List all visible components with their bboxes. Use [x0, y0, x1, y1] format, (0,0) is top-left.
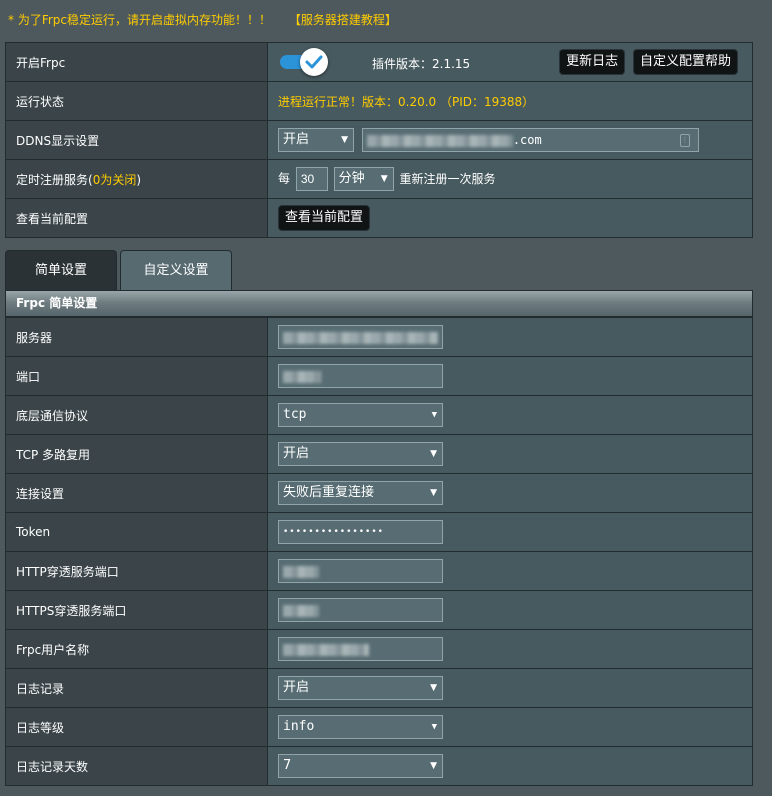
- protocol-label: 底层通信协议: [5, 395, 268, 435]
- chevron-down-icon: ▼: [430, 761, 437, 771]
- tutorial-link[interactable]: 【服务器搭建教程】: [289, 13, 397, 27]
- server-label: 服务器: [5, 317, 268, 357]
- log-row: 日志记录 开启 ▼: [5, 668, 753, 708]
- token-label: Token: [5, 512, 268, 552]
- conn-select[interactable]: 失败后重复连接 ▼: [278, 481, 443, 505]
- reg-unit-select[interactable]: 分钟 ▼: [333, 167, 394, 191]
- notice-bar: * 为了Frpc稳定运行，请开启虚拟内存功能！！！ 【服务器搭建教程】: [8, 10, 397, 30]
- log-level-row: 日志等级 info ▼: [5, 707, 753, 747]
- log-days-label: 日志记录天数: [5, 746, 268, 786]
- status-table: 开启Frpc 插件版本：2.1.15 更新日志 自定义配置帮助 运行状态 进程运…: [5, 42, 753, 238]
- chevron-down-icon: ▼: [430, 449, 437, 459]
- chevron-down-icon: ▼: [430, 683, 437, 693]
- protocol-row: 底层通信协议 tcp ▼: [5, 395, 753, 435]
- protocol-select[interactable]: tcp ▼: [278, 403, 443, 427]
- https-port-row: HTTPS穿透服务端口: [5, 590, 753, 630]
- status-row: 运行状态 进程运行正常！版本：0.20.0 （PID：19388）: [5, 81, 753, 121]
- tcp-mux-select[interactable]: 开启 ▼: [278, 442, 443, 466]
- reg-tail: 重新注册一次服务: [399, 171, 496, 186]
- user-input[interactable]: [278, 637, 443, 661]
- chevron-down-icon: ▼: [431, 410, 437, 420]
- user-row: Frpc用户名称: [5, 629, 753, 669]
- user-label: Frpc用户名称: [5, 629, 268, 669]
- notice-text: * 为了Frpc稳定运行，请开启虚拟内存功能！！！: [8, 13, 271, 27]
- ddns-domain-suffix: .com: [512, 133, 542, 147]
- status-label: 运行状态: [5, 81, 268, 121]
- reg-interval-input[interactable]: 30: [295, 167, 328, 191]
- changelog-button[interactable]: 更新日志: [559, 49, 626, 75]
- status-cell: 进程运行正常！版本：0.20.0 （PID：19388）: [267, 81, 753, 121]
- log-days-select[interactable]: 7 ▼: [278, 754, 443, 778]
- custom-help-button[interactable]: 自定义配置帮助: [632, 49, 738, 75]
- port-label: 端口: [5, 356, 268, 396]
- reg-label: 定时注册服务(0为关闭): [5, 159, 268, 199]
- http-port-input[interactable]: [278, 559, 443, 583]
- enable-toggle[interactable]: [278, 48, 328, 76]
- log-select[interactable]: 开启 ▼: [278, 676, 443, 700]
- log-label: 日志记录: [5, 668, 268, 708]
- view-config-cell: 查看当前配置: [267, 198, 753, 238]
- ddns-cell: 开启 ▼ .com ⋮: [267, 120, 753, 160]
- conn-label: 连接设置: [5, 473, 268, 513]
- chevron-down-icon: ▼: [430, 488, 437, 498]
- log-level-select[interactable]: info ▼: [278, 715, 443, 739]
- https-port-input[interactable]: [278, 598, 443, 622]
- enable-label: 开启Frpc: [5, 42, 268, 82]
- tab-simple-settings[interactable]: 简单设置: [5, 250, 117, 290]
- reg-every: 每: [278, 171, 291, 186]
- password-reveal-icon[interactable]: ⋮: [679, 134, 690, 147]
- tab-custom-settings[interactable]: 自定义设置: [120, 250, 232, 290]
- https-port-label: HTTPS穿透服务端口: [5, 590, 268, 630]
- chevron-down-icon: ▼: [431, 722, 437, 732]
- view-config-button[interactable]: 查看当前配置: [278, 205, 371, 231]
- port-input[interactable]: [278, 364, 443, 388]
- chevron-down-icon: ▼: [341, 135, 348, 145]
- log-level-label: 日志等级: [5, 707, 268, 747]
- section-title: Frpc 简单设置: [5, 290, 753, 317]
- tcp-mux-label: TCP 多路复用: [5, 434, 268, 474]
- reg-row: 定时注册服务(0为关闭) 每 30 分钟 ▼ 重新注册一次服务: [5, 159, 753, 199]
- ddns-select[interactable]: 开启 ▼: [278, 128, 354, 152]
- conn-row: 连接设置 失败后重复连接 ▼: [5, 473, 753, 513]
- chevron-down-icon: ▼: [380, 174, 388, 184]
- server-input[interactable]: [278, 325, 443, 349]
- plugin-version: 插件版本：2.1.15: [372, 57, 471, 71]
- ddns-select-value: 开启: [283, 132, 310, 147]
- token-row: Token ••••••••••••••••: [5, 512, 753, 552]
- server-row: 服务器: [5, 317, 753, 357]
- check-icon: [305, 55, 323, 69]
- ddns-row: DDNS显示设置 开启 ▼ .com ⋮: [5, 120, 753, 160]
- http-port-label: HTTP穿透服务端口: [5, 551, 268, 591]
- reg-cell: 每 30 分钟 ▼ 重新注册一次服务: [267, 159, 753, 199]
- token-input[interactable]: ••••••••••••••••: [278, 520, 443, 544]
- http-port-row: HTTP穿透服务端口: [5, 551, 753, 591]
- status-text: 进程运行正常！版本：0.20.0 （PID：19388）: [278, 94, 535, 109]
- log-days-row: 日志记录天数 7 ▼: [5, 746, 753, 786]
- view-config-row: 查看当前配置 查看当前配置: [5, 198, 753, 238]
- simple-settings-table: 服务器 端口 底层通信协议 tcp ▼ TCP 多路复用 开启 ▼ 连接设置 失…: [5, 317, 753, 786]
- enable-row: 开启Frpc 插件版本：2.1.15 更新日志 自定义配置帮助: [5, 42, 753, 82]
- tcp-mux-row: TCP 多路复用 开启 ▼: [5, 434, 753, 474]
- ddns-label: DDNS显示设置: [5, 120, 268, 160]
- ddns-domain-input[interactable]: .com ⋮: [361, 128, 699, 152]
- enable-cell: 插件版本：2.1.15 更新日志 自定义配置帮助: [267, 42, 753, 82]
- view-config-label: 查看当前配置: [5, 198, 268, 238]
- port-row: 端口: [5, 356, 753, 396]
